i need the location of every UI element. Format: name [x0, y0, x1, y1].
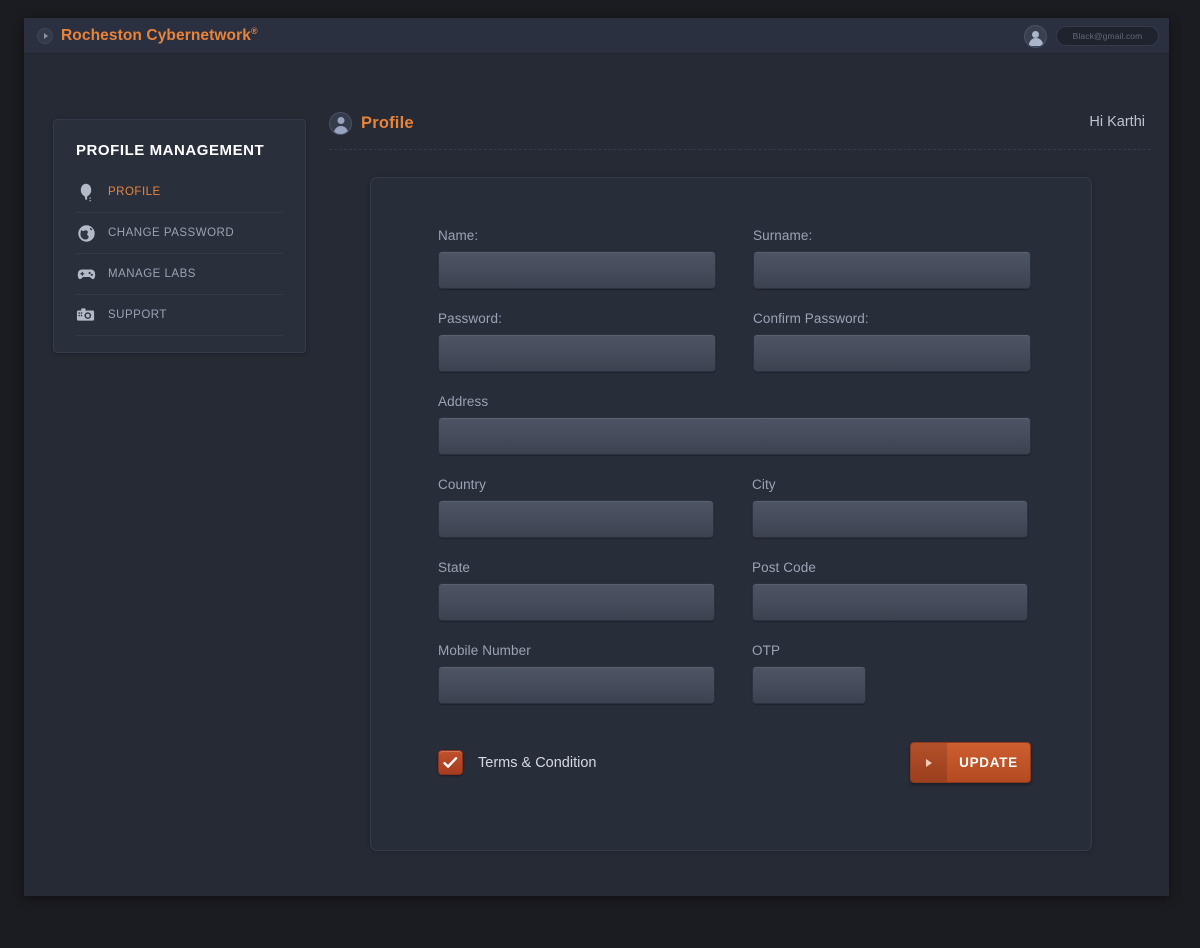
field-address: Address: [438, 394, 1031, 455]
form-row-password: Password: Confirm Password:: [438, 311, 1033, 372]
greeting-text: Hi Karthi: [1089, 114, 1145, 130]
page-header: Profile Hi Karthi: [329, 112, 1151, 150]
country-input[interactable]: [438, 500, 714, 538]
brand-name: Rocheston Cybernetwork®: [61, 26, 258, 45]
update-button[interactable]: UPDATE: [910, 742, 1031, 783]
field-label-mobile-number: Mobile Number: [438, 643, 531, 658]
profile-form-card: Name: Surname: Password: Confirm Passwor…: [370, 177, 1092, 851]
terms-label: Terms & Condition: [478, 754, 597, 771]
form-row-name: Name: Surname:: [438, 228, 1033, 289]
camera-icon: [76, 305, 96, 325]
user-avatar-icon: [329, 112, 352, 135]
balloon-icon: [76, 182, 96, 202]
sidebar-panel: PROFILE MANAGEMENT PROFILE CHANGE PASSWO…: [53, 119, 306, 353]
registered-mark: ®: [250, 25, 258, 36]
confirm-password-input[interactable]: [753, 334, 1031, 372]
field-mobile-number: Mobile Number: [438, 643, 715, 704]
name-input[interactable]: [438, 251, 716, 289]
sidebar-item-label: CHANGE PASSWORD: [108, 227, 235, 239]
state-input[interactable]: [438, 583, 715, 621]
field-label-post-code: Post Code: [752, 560, 816, 575]
brand-text: Rocheston Cybernetwork: [61, 27, 251, 45]
surname-input[interactable]: [753, 251, 1031, 289]
play-arrow-icon: [911, 743, 947, 782]
address-input[interactable]: [438, 417, 1031, 455]
user-avatar-icon[interactable]: [1024, 24, 1047, 48]
sidebar-item-change-password[interactable]: CHANGE PASSWORD: [76, 213, 283, 254]
terms-checkbox-row[interactable]: Terms & Condition: [438, 750, 596, 775]
field-country: Country: [438, 477, 714, 538]
field-state: State: [438, 560, 715, 621]
field-label-city: City: [752, 477, 776, 492]
password-input[interactable]: [438, 334, 716, 372]
form-row-country-city: Country City: [438, 477, 1033, 538]
field-label-otp: OTP: [752, 643, 781, 658]
sidebar-item-support[interactable]: SUPPORT: [76, 295, 283, 336]
mobile-number-input[interactable]: [438, 666, 715, 704]
brand-logo[interactable]: Rocheston Cybernetwork®: [37, 26, 258, 45]
main-content: Profile Hi Karthi Name: Surname: Passwor…: [329, 112, 1151, 851]
otp-input[interactable]: [752, 666, 866, 704]
city-input[interactable]: [752, 500, 1028, 538]
body-area: PROFILE MANAGEMENT PROFILE CHANGE PASSWO…: [24, 54, 1169, 895]
form-row-address: Address: [438, 394, 1033, 455]
field-post-code: Post Code: [752, 560, 1028, 621]
app-window: Rocheston Cybernetwork® Black@gmail.com …: [24, 18, 1169, 896]
form-row-mobile-otp: Mobile Number OTP: [438, 643, 1033, 704]
page-title: Profile: [361, 114, 414, 132]
globe-icon: [76, 223, 96, 243]
check-icon: [443, 756, 458, 768]
sidebar-item-label: SUPPORT: [108, 309, 167, 321]
sidebar-item-manage-labs[interactable]: MANAGE LABS: [76, 254, 283, 295]
field-city: City: [752, 477, 1028, 538]
form-footer: Terms & Condition UPDATE: [438, 742, 1033, 783]
gamepad-icon: [76, 264, 96, 284]
field-surname: Surname:: [753, 228, 1031, 289]
update-button-label: UPDATE: [947, 743, 1030, 782]
field-name: Name:: [438, 228, 716, 289]
play-circle-icon: [37, 27, 53, 44]
field-label-surname: Surname:: [753, 228, 813, 243]
sidebar-item-label: MANAGE LABS: [108, 268, 196, 280]
top-bar-user-area: Black@gmail.com: [1024, 18, 1159, 54]
terms-checkbox[interactable]: [438, 750, 463, 775]
field-password: Password:: [438, 311, 716, 372]
email-text: Black@gmail.com: [1072, 31, 1143, 41]
field-label-confirm-password: Confirm Password:: [753, 311, 869, 326]
field-label-state: State: [438, 560, 471, 575]
field-otp: OTP: [752, 643, 866, 704]
sidebar-item-profile[interactable]: PROFILE: [76, 172, 283, 213]
post-code-input[interactable]: [752, 583, 1028, 621]
field-label-address: Address: [438, 394, 489, 409]
email-display[interactable]: Black@gmail.com: [1056, 26, 1159, 46]
field-label-name: Name:: [438, 228, 479, 243]
field-confirm-password: Confirm Password:: [753, 311, 1031, 372]
field-label-password: Password:: [438, 311, 502, 326]
field-label-country: Country: [438, 477, 486, 492]
form-row-state-postcode: State Post Code: [438, 560, 1033, 621]
sidebar-item-label: PROFILE: [108, 186, 161, 198]
top-bar: Rocheston Cybernetwork® Black@gmail.com: [24, 18, 1169, 54]
sidebar-title: PROFILE MANAGEMENT: [76, 142, 265, 159]
